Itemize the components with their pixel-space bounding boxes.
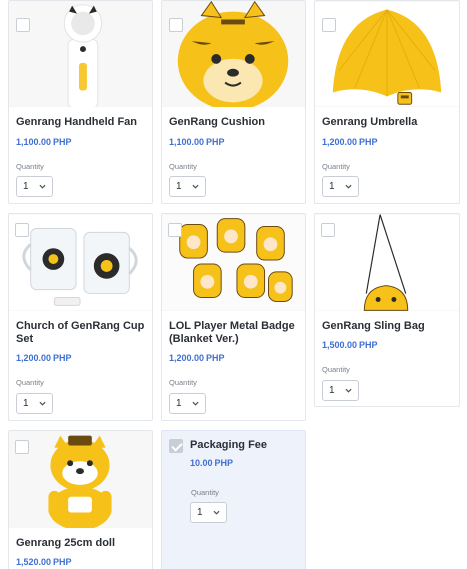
product-card: GenRang Sling Bag 1,500.00 PHP Quantity 1 bbox=[314, 213, 460, 407]
packaging-checkbox[interactable] bbox=[169, 439, 183, 453]
price-value: 1,500.00 bbox=[322, 340, 358, 350]
tiger-cushion-image bbox=[162, 1, 305, 107]
quantity-label: Quantity bbox=[322, 365, 350, 374]
product-card: Church of GenRang Cup Set 1,200.00 PHP Qu… bbox=[8, 213, 153, 421]
tiger-doll-image bbox=[9, 431, 152, 528]
chevron-down-icon bbox=[213, 510, 220, 515]
select-checkbox[interactable] bbox=[15, 223, 29, 237]
product-name: Genrang Handheld Fan bbox=[16, 116, 138, 128]
quantity-value: 1 bbox=[329, 181, 335, 192]
packaging-fee-card: Packaging Fee 10.00 PHP Quantity 1 bbox=[161, 430, 306, 569]
select-checkbox[interactable] bbox=[15, 440, 29, 454]
price-value: 1,200.00 bbox=[16, 353, 52, 363]
product-name: Genrang Umbrella bbox=[322, 116, 418, 128]
chevron-down-icon bbox=[192, 401, 199, 406]
packaging-name: Packaging Fee bbox=[190, 439, 268, 451]
price-value: 1,520.00 bbox=[16, 557, 52, 567]
quantity-select[interactable]: 1 bbox=[169, 176, 206, 197]
chevron-down-icon bbox=[39, 401, 46, 406]
quantity-select[interactable]: 1 bbox=[322, 380, 359, 401]
product-name: Church of GenRang Cup Set bbox=[16, 320, 145, 345]
quantity-label: Quantity bbox=[322, 162, 350, 171]
yellow-umbrella-image bbox=[315, 1, 459, 107]
select-checkbox[interactable] bbox=[321, 223, 335, 237]
cup-set-image bbox=[9, 214, 152, 311]
quantity-value: 1 bbox=[176, 398, 182, 409]
price-value: 1,200.00 bbox=[169, 353, 205, 363]
select-checkbox[interactable] bbox=[169, 18, 183, 32]
quantity-value: 1 bbox=[23, 181, 29, 192]
product-name: GenRang Sling Bag bbox=[322, 320, 425, 332]
select-checkbox[interactable] bbox=[168, 223, 182, 237]
chevron-down-icon bbox=[345, 184, 352, 189]
packaging-price: 10.00 PHP bbox=[190, 458, 233, 468]
select-checkbox[interactable] bbox=[16, 18, 30, 32]
product-card: Genrang Umbrella 1,200.00 PHP Quantity 1 bbox=[314, 0, 460, 204]
price-currency: PHP bbox=[214, 458, 234, 468]
price-currency: PHP bbox=[53, 137, 72, 147]
product-card: Genrang Handheld Fan 1,100.00 PHP Quantit… bbox=[8, 0, 153, 204]
sling-bag-image bbox=[315, 214, 459, 311]
product-card: Genrang 25cm doll 1,520.00 PHP bbox=[8, 430, 153, 569]
product-price: 1,100.00 PHP bbox=[16, 137, 72, 147]
price-currency: PHP bbox=[359, 340, 378, 350]
metal-badges-image bbox=[162, 214, 305, 311]
product-price: 1,100.00 PHP bbox=[169, 137, 225, 147]
price-value: 1,100.00 bbox=[16, 137, 52, 147]
product-name: GenRang Cushion bbox=[169, 116, 265, 128]
quantity-label: Quantity bbox=[16, 162, 44, 171]
quantity-select[interactable]: 1 bbox=[16, 176, 53, 197]
price-value: 10.00 bbox=[190, 458, 213, 468]
product-price: 1,200.00 PHP bbox=[16, 353, 72, 363]
price-currency: PHP bbox=[206, 353, 225, 363]
product-price: 1,520.00 PHP bbox=[16, 557, 72, 567]
quantity-value: 1 bbox=[329, 385, 335, 396]
price-currency: PHP bbox=[206, 137, 225, 147]
price-currency: PHP bbox=[359, 137, 378, 147]
price-currency: PHP bbox=[53, 353, 72, 363]
quantity-select[interactable]: 1 bbox=[322, 176, 359, 197]
chevron-down-icon bbox=[39, 184, 46, 189]
product-price: 1,200.00 PHP bbox=[322, 137, 378, 147]
quantity-select[interactable]: 1 bbox=[190, 502, 227, 523]
price-currency: PHP bbox=[53, 557, 72, 567]
select-checkbox[interactable] bbox=[322, 18, 336, 32]
chevron-down-icon bbox=[345, 388, 352, 393]
quantity-label: Quantity bbox=[16, 378, 44, 387]
product-name: Genrang 25cm doll bbox=[16, 537, 116, 549]
product-price: 1,500.00 PHP bbox=[322, 340, 378, 350]
product-price: 1,200.00 PHP bbox=[169, 353, 225, 363]
price-value: 1,100.00 bbox=[169, 137, 205, 147]
quantity-value: 1 bbox=[197, 507, 203, 518]
quantity-label: Quantity bbox=[169, 162, 197, 171]
quantity-select[interactable]: 1 bbox=[16, 393, 53, 414]
chevron-down-icon bbox=[192, 184, 199, 189]
quantity-value: 1 bbox=[23, 398, 29, 409]
product-card: GenRang Cushion 1,100.00 PHP Quantity 1 bbox=[161, 0, 306, 204]
handheld-fan-image bbox=[9, 1, 152, 107]
quantity-value: 1 bbox=[176, 181, 182, 192]
product-name: LOL Player Metal Badge (Blanket Ver.) bbox=[169, 320, 295, 345]
quantity-label: Quantity bbox=[169, 378, 197, 387]
quantity-select[interactable]: 1 bbox=[169, 393, 206, 414]
product-card: LOL Player Metal Badge (Blanket Ver.) 1,… bbox=[161, 213, 306, 421]
quantity-label: Quantity bbox=[191, 488, 219, 497]
price-value: 1,200.00 bbox=[322, 137, 358, 147]
